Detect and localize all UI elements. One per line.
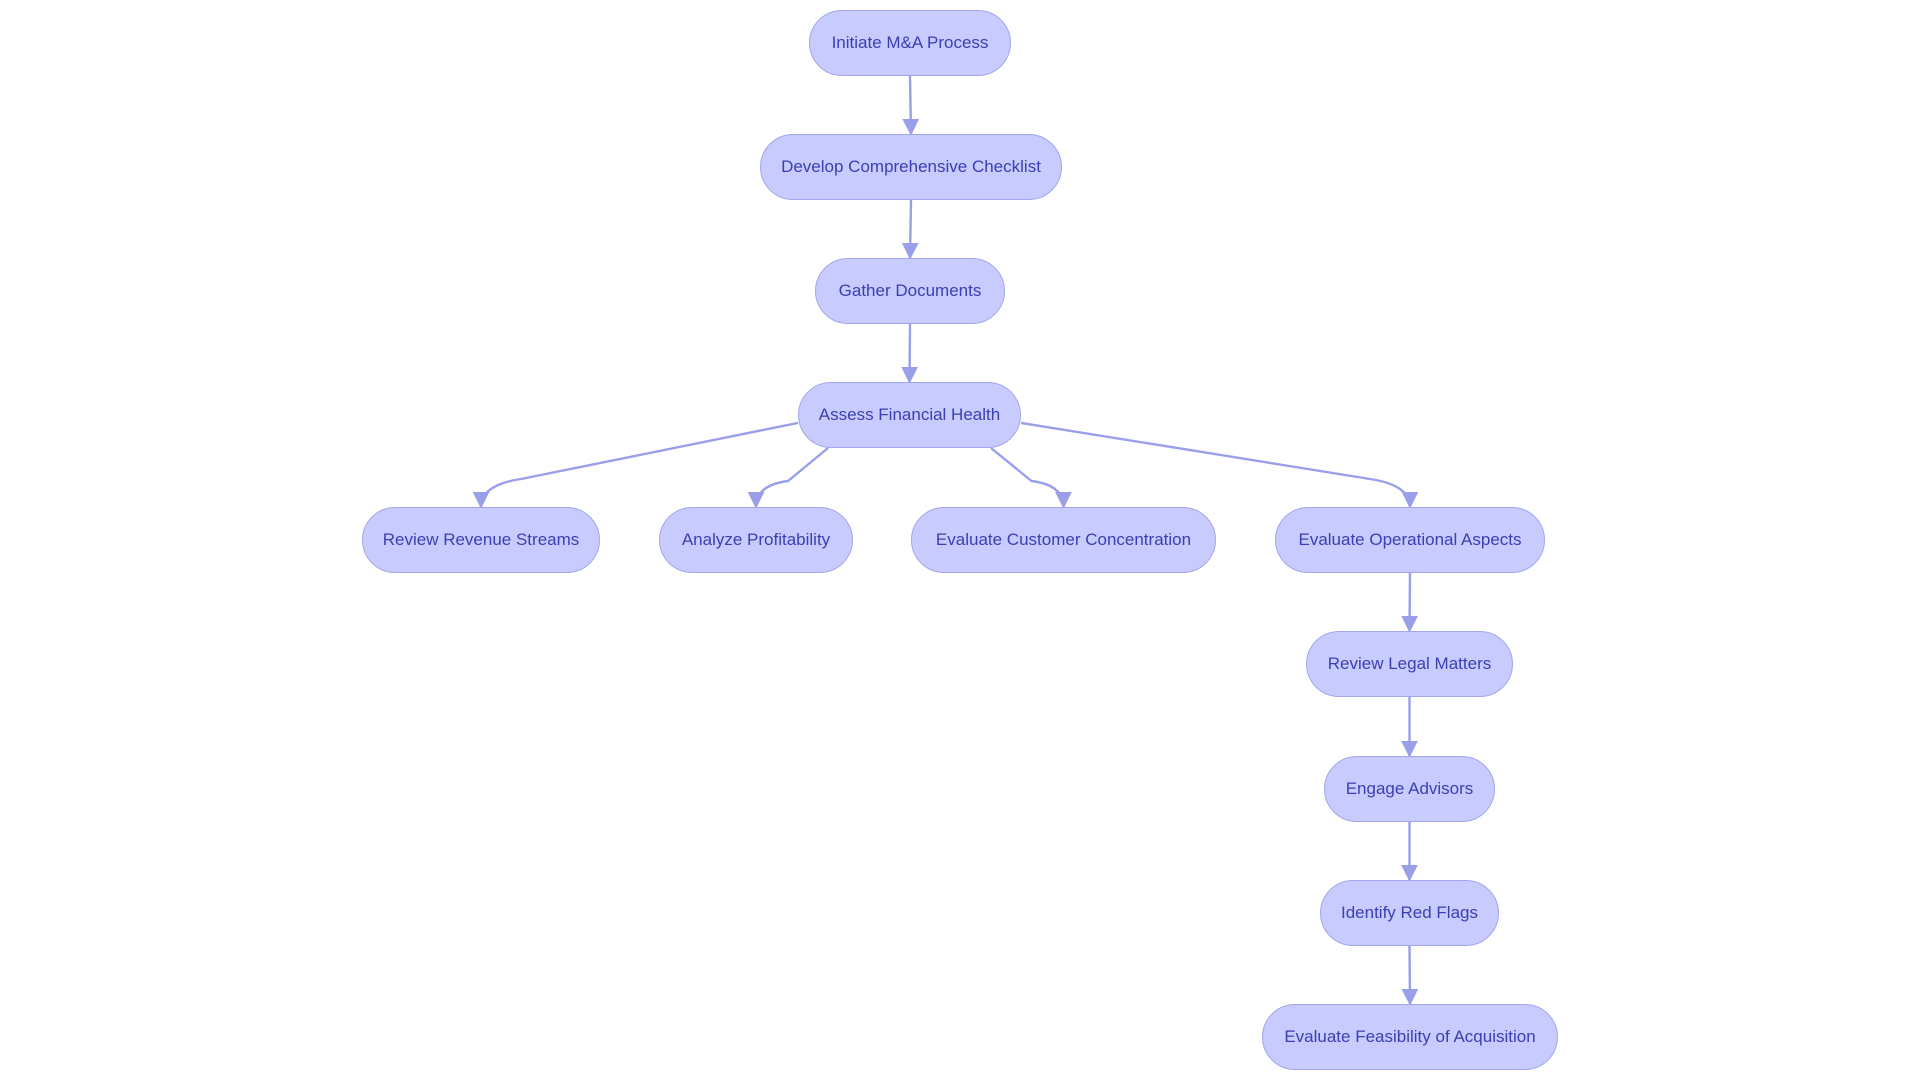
- edge-redflags-to-feasibility: [1401, 945, 1419, 1006]
- node-redflags[interactable]: Identify Red Flags: [1320, 880, 1499, 946]
- node-legal[interactable]: Review Legal Matters: [1306, 631, 1513, 697]
- node-customer[interactable]: Evaluate Customer Concentration: [911, 507, 1216, 573]
- node-revenue[interactable]: Review Revenue Streams: [362, 507, 600, 573]
- edge-checklist-to-gather: [901, 199, 919, 260]
- edge-assess-to-customer: [990, 447, 1072, 509]
- node-profit[interactable]: Analyze Profitability: [659, 507, 853, 573]
- node-gather[interactable]: Gather Documents: [815, 258, 1005, 324]
- node-operational[interactable]: Evaluate Operational Aspects: [1275, 507, 1545, 573]
- edge-assess-to-profit: [747, 447, 829, 509]
- edge-gather-to-assess: [901, 323, 919, 384]
- node-feasibility[interactable]: Evaluate Feasibility of Acquisition: [1262, 1004, 1558, 1070]
- edge-operational-to-legal: [1401, 572, 1419, 633]
- node-initiate[interactable]: Initiate M&A Process: [809, 10, 1011, 76]
- node-checklist[interactable]: Develop Comprehensive Checklist: [760, 134, 1062, 200]
- node-assess[interactable]: Assess Financial Health: [798, 382, 1021, 448]
- node-advisors[interactable]: Engage Advisors: [1324, 756, 1495, 822]
- edge-assess-to-operational: [1020, 421, 1419, 509]
- edge-assess-to-revenue: [472, 421, 799, 509]
- edge-initiate-to-checklist: [902, 75, 920, 136]
